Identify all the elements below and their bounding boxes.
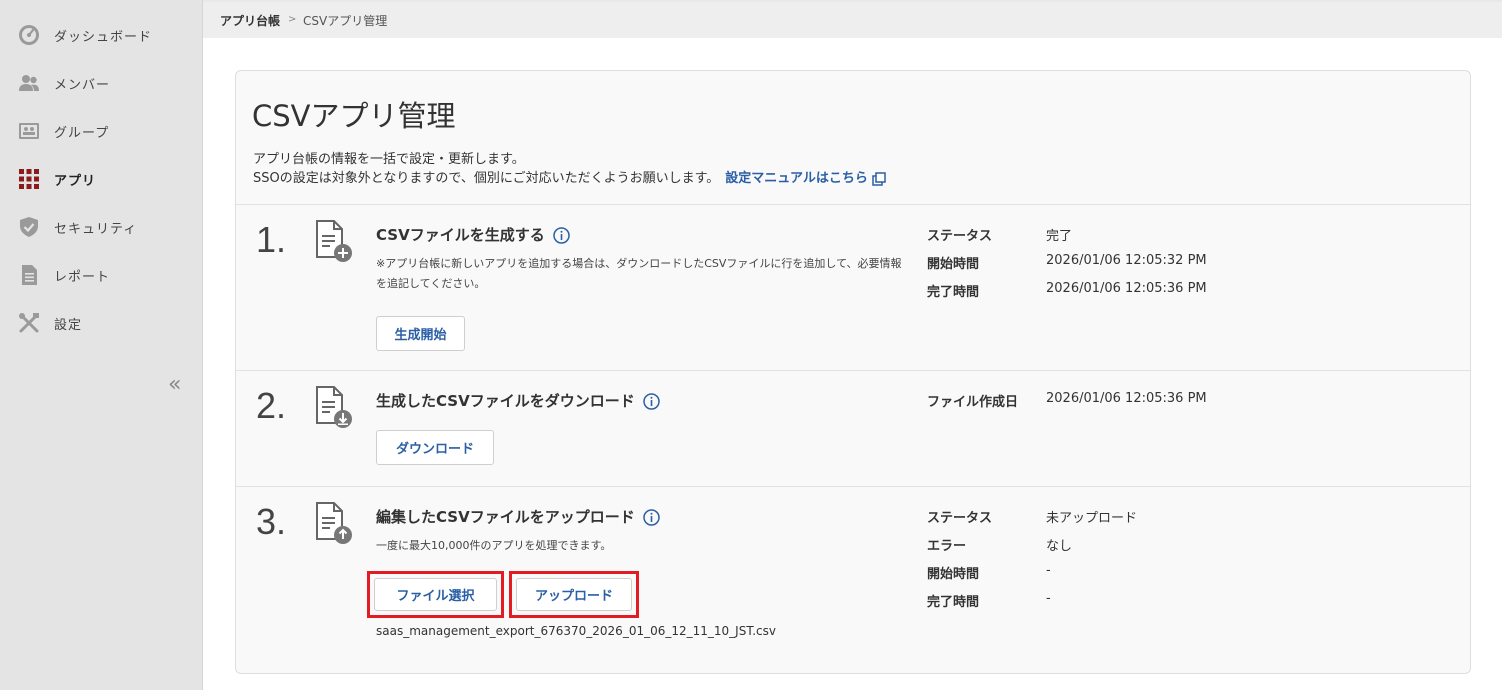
group-icon	[19, 123, 39, 139]
step-note: ※アプリ台帳に新しいアプリを追加する場合は、ダウンロードしたCSVファイルに行を…	[376, 257, 902, 290]
status-label: ステータス	[927, 511, 993, 526]
step-generate-section: 1. CSVファイルを生成する ※アプリ台帳に新しいアプリを追加する場合は、ダウ…	[236, 204, 1470, 370]
sidebar-item-reports[interactable]: レポート	[0, 251, 203, 299]
status-label: ステータス	[927, 229, 993, 244]
end-time-value: 2026/01/06 12:05:36 PM	[1046, 281, 1207, 296]
sidebar-item-apps[interactable]: アプリ	[0, 155, 203, 203]
sidebar-item-members[interactable]: メンバー	[0, 59, 203, 107]
status-value: 未アップロード	[1046, 511, 1138, 526]
page-description: アプリ台帳の情報を一括で設定・更新します。	[253, 152, 525, 167]
end-time-label: 完了時間	[927, 595, 980, 610]
step-title-text: CSVファイルを生成する	[376, 226, 545, 244]
sidebar-item-groups[interactable]: グループ	[0, 107, 203, 155]
dashboard-icon	[19, 25, 39, 45]
error-value: なし	[1046, 539, 1073, 554]
step-number: 3.	[256, 501, 287, 542]
step-title-text: 生成したCSVファイルをダウンロード	[376, 392, 635, 410]
manual-link[interactable]: 設定マニュアルはこちら	[725, 171, 868, 186]
sidebar-item-label: レポート	[54, 270, 111, 285]
breadcrumb-separator: >	[288, 14, 297, 25]
csv-management-card: CSVアプリ管理 アプリ台帳の情報を一括で設定・更新します。 SSOの設定は対象…	[235, 70, 1471, 674]
step-title: CSVファイルを生成する	[376, 224, 570, 245]
apps-grid-icon	[19, 169, 39, 189]
page-description-sso: SSOの設定は対象外となりますので、個別にご対応いただくようお願いします。 設定マ…	[253, 167, 886, 186]
sidebar-item-label: メンバー	[54, 78, 111, 93]
step-note: 一度に最大10,000件のアプリを処理できます。	[376, 539, 612, 552]
file-upload-icon	[316, 502, 352, 544]
end-time-label: 完了時間	[927, 285, 980, 300]
sidebar-item-label: ダッシュボード	[54, 30, 153, 45]
start-time-label: 開始時間	[927, 257, 980, 272]
sso-note: SSOの設定は対象外となりますので、個別にご対応いただくようお願いします。	[253, 171, 720, 186]
start-time-value: -	[1046, 563, 1051, 578]
breadcrumb: アプリ台帳 > CSVアプリ管理	[203, 0, 1502, 38]
breadcrumb-parent-link[interactable]: アプリ台帳	[220, 12, 280, 29]
end-time-value: -	[1046, 591, 1051, 606]
step-title-text: 編集したCSVファイルをアップロード	[376, 508, 635, 526]
members-icon	[19, 75, 39, 91]
collapse-sidebar-button[interactable]: «	[168, 372, 181, 397]
external-link-icon[interactable]	[872, 171, 886, 186]
file-created-value: 2026/01/06 12:05:36 PM	[1046, 391, 1207, 406]
sidebar-item-label: アプリ	[54, 174, 97, 189]
main-content: CSVアプリ管理 アプリ台帳の情報を一括で設定・更新します。 SSOの設定は対象…	[203, 38, 1502, 690]
info-icon[interactable]	[552, 227, 570, 244]
file-created-label: ファイル作成日	[927, 395, 1019, 410]
page-title: CSVアプリ管理	[252, 99, 456, 133]
selected-filename: saas_management_export_676370_2026_01_06…	[376, 624, 776, 638]
sidebar-item-label: グループ	[54, 126, 110, 141]
step-number: 2.	[256, 385, 287, 426]
shield-icon	[20, 217, 38, 237]
file-add-icon	[316, 220, 352, 262]
sidebar-item-label: 設定	[54, 318, 83, 333]
status-value: 完了	[1046, 229, 1073, 244]
file-download-icon	[316, 386, 352, 428]
start-time-value: 2026/01/06 12:05:32 PM	[1046, 253, 1207, 268]
step-download-section: 2. 生成したCSVファイルをダウンロード ダウンロード ファイル作成日 202…	[236, 370, 1470, 486]
step-upload-section: 3. 編集したCSVファイルをアップロード 一度に最大10,000件のアプリを処…	[236, 486, 1470, 673]
sidebar-item-security[interactable]: セキュリティ	[0, 203, 203, 251]
sidebar: ダッシュボード メンバー グループ アプリ セキュリティ レポート 設定 «	[0, 0, 203, 690]
error-label: エラー	[927, 539, 967, 554]
info-icon[interactable]	[642, 393, 660, 410]
info-icon[interactable]	[642, 509, 660, 526]
report-icon	[22, 265, 37, 285]
start-time-label: 開始時間	[927, 567, 980, 582]
step-title: 編集したCSVファイルをアップロード	[376, 506, 660, 527]
sidebar-item-label: セキュリティ	[54, 222, 138, 237]
step-title: 生成したCSVファイルをダウンロード	[376, 390, 660, 411]
sidebar-item-dashboard[interactable]: ダッシュボード	[0, 11, 203, 59]
sidebar-item-settings[interactable]: 設定	[0, 299, 203, 347]
breadcrumb-current: CSVアプリ管理	[303, 14, 388, 28]
file-select-button[interactable]: ファイル選択	[374, 578, 497, 611]
download-button[interactable]: ダウンロード	[376, 430, 494, 465]
step-number: 1.	[256, 219, 287, 260]
upload-button[interactable]: アップロード	[516, 578, 632, 611]
generate-start-button[interactable]: 生成開始	[376, 316, 465, 351]
tools-icon	[19, 313, 39, 333]
